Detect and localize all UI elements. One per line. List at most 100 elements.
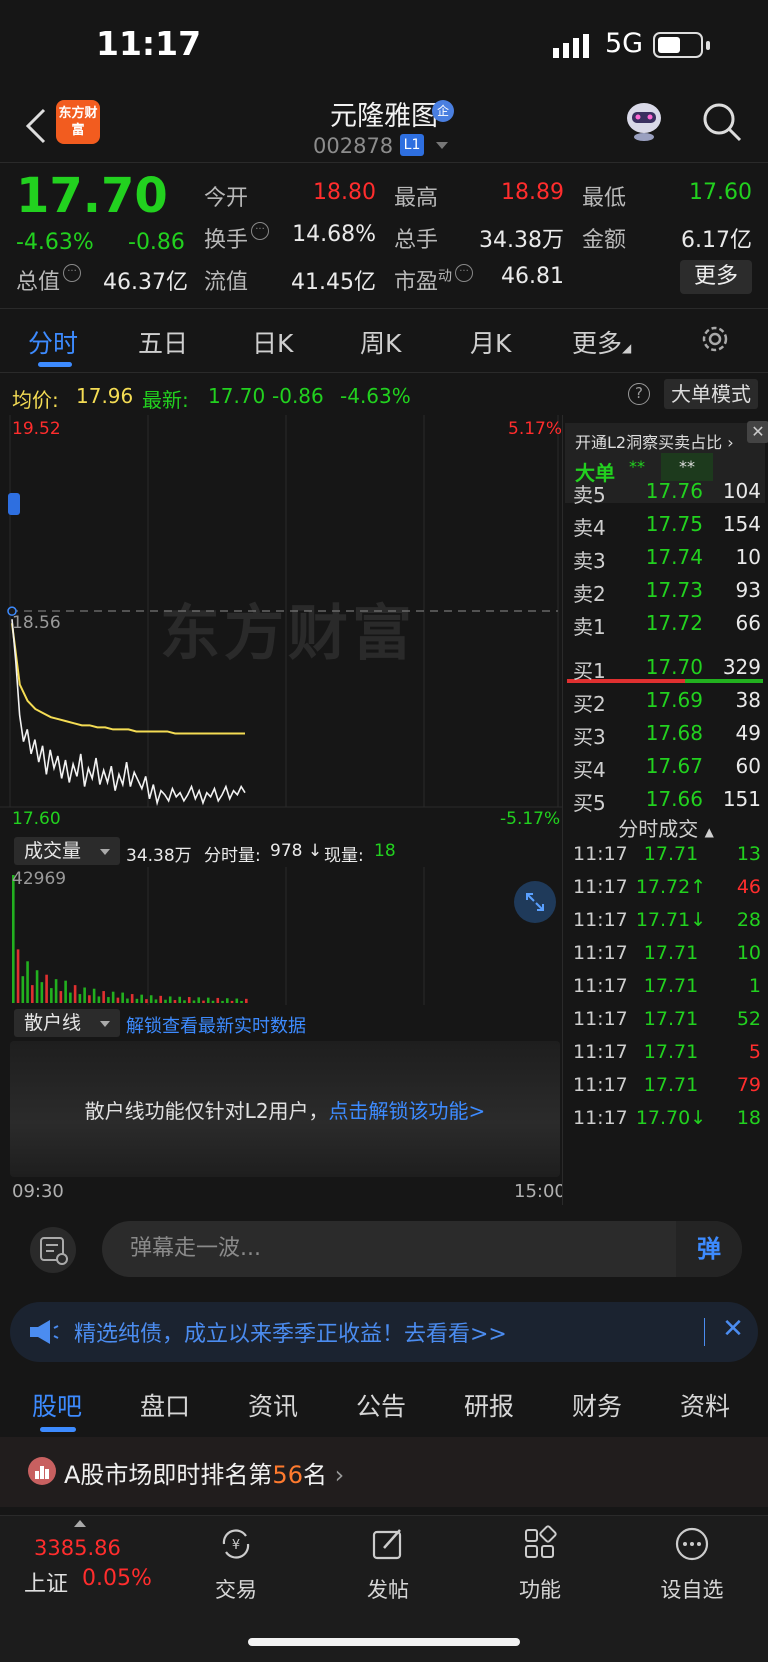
volume-indicator-select[interactable]: 成交量 [14, 837, 120, 865]
ask-row: 卖4 17.75 154 [563, 512, 768, 544]
tab-intraday[interactable]: 分时 [28, 324, 78, 360]
trade-price: 17.72↑ [635, 876, 707, 898]
pe-label: 市盈动 ··· [394, 264, 474, 296]
ask-row: 卖1 17.72 66 [563, 611, 768, 643]
volume-bar [211, 1000, 215, 1003]
current-volume-label: 现量: [324, 846, 364, 866]
nav-watchlist[interactable]: 设自选 [642, 1524, 742, 1604]
robot-assistant-icon[interactable] [620, 98, 668, 142]
tab-research[interactable]: 研报 [464, 1387, 514, 1423]
volume-bar [159, 995, 163, 1003]
nav-trade[interactable]: ¥ 交易 [186, 1524, 286, 1604]
help-icon[interactable]: ? [628, 383, 650, 405]
trade-row: 11:17 17.71 52 [563, 1008, 768, 1040]
bid-level-label: 买4 [573, 758, 606, 782]
minute-volume-value: 978 ↓ [270, 841, 323, 861]
more-dots-icon[interactable]: ··· [455, 264, 474, 282]
pe-value: 46.81 [501, 264, 564, 289]
more-dots-icon[interactable]: ··· [63, 264, 82, 282]
trade-time: 11:17 [573, 909, 628, 931]
ask-price: 17.72 [645, 611, 703, 635]
volume-bar [45, 974, 48, 1003]
expand-icon[interactable] [514, 881, 556, 923]
trade-volume: 1 [748, 975, 761, 997]
ask-level-label: 卖1 [573, 615, 606, 639]
tab-guba[interactable]: 股吧 [32, 1387, 82, 1423]
level-badge[interactable]: L1 [400, 134, 424, 156]
tab-weekly-k[interactable]: 周K [360, 324, 401, 360]
volume-bar [245, 998, 248, 1003]
tab-finance[interactable]: 财务 [572, 1387, 622, 1423]
volume-bar [135, 998, 139, 1003]
tab-pankou[interactable]: 盘口 [140, 1387, 190, 1423]
chevron-up-icon[interactable] [74, 1520, 86, 1527]
danmu-input[interactable]: 弹幕走一波... [102, 1221, 742, 1277]
danmu-settings-icon[interactable] [30, 1227, 76, 1273]
tab-news[interactable]: 资讯 [248, 1387, 298, 1423]
high-value: 18.89 [501, 180, 564, 205]
volume-bar [216, 997, 220, 1003]
ask-quantity: 66 [735, 611, 761, 635]
search-icon[interactable] [700, 100, 744, 144]
tab-profile[interactable]: 资料 [680, 1387, 730, 1423]
trade-row: 11:17 17.71 79 [563, 1074, 768, 1106]
gear-icon[interactable] [700, 324, 730, 354]
ask-level-label: 卖2 [573, 582, 606, 606]
unlock-feature-link[interactable]: 点击解锁该功能> [329, 1099, 486, 1123]
y-label-pct-high: 5.17% [508, 419, 563, 439]
more-dots-icon[interactable]: ··· [251, 222, 270, 240]
index-value[interactable]: 3385.86 [34, 1536, 121, 1560]
ask-price: 17.73 [645, 578, 703, 602]
promo-banner[interactable]: 精选纯债，成立以来季季正收益！去看看>> ✕ [10, 1302, 758, 1362]
trade-price: 17.70↓ [635, 1107, 707, 1129]
time-axis-start: 09:30 [12, 1181, 64, 1202]
svg-text:¥: ¥ [232, 1538, 240, 1553]
nav-functions[interactable]: 功能 [490, 1524, 590, 1604]
megaphone-icon [30, 1320, 59, 1344]
amount-label: 金额 [582, 228, 627, 253]
intraday-chart[interactable]: 东方财富 19.52 18.56 17.60 5.17% -5.17% [0, 415, 562, 835]
promo-text[interactable]: 精选纯债，成立以来季季正收益！去看看>> [74, 1316, 507, 1348]
tab-daily-k[interactable]: 日K [252, 324, 293, 360]
nav-post[interactable]: 发帖 [338, 1524, 438, 1604]
tab-announcements[interactable]: 公告 [356, 1387, 406, 1423]
danmu-toggle-button[interactable]: 弹 [676, 1221, 742, 1277]
tab-monthly-k[interactable]: 月K [470, 324, 511, 360]
volume-bar: 成交量 34.38万 分时量: 978 ↓ 现量: 18 [0, 835, 562, 867]
volume-bar [83, 987, 86, 1003]
low-label: 最低 [582, 186, 627, 211]
chevron-down-icon[interactable] [436, 142, 448, 149]
ask-quantity: 10 [735, 545, 761, 569]
retail-indicator-select[interactable]: 散户线 [14, 1009, 120, 1037]
volume-chart[interactable]: 42969 [0, 867, 562, 1005]
tab-more[interactable]: 更多◢ [572, 324, 631, 360]
close-icon[interactable]: ✕ [716, 1312, 750, 1346]
volume-bar [92, 988, 96, 1003]
tab-five-day[interactable]: 五日 [138, 324, 188, 360]
latest-value: 17.70 [208, 384, 266, 408]
mktcap-label: 总值 ··· [16, 264, 82, 296]
ask-level-label: 卖5 [573, 483, 606, 507]
bid-price: 17.68 [645, 721, 703, 745]
trade-row: 11:17 17.71 10 [563, 942, 768, 974]
avg-value: 17.96 [76, 384, 134, 408]
volume-bar [183, 1000, 186, 1003]
trade-time: 11:17 [573, 1008, 628, 1030]
market-rank-banner[interactable]: A股市场即时排名第56名 › [0, 1437, 768, 1507]
retail-line-locked-panel: 散户线功能仅针对L2用户，点击解锁该功能> [10, 1041, 560, 1177]
amount-value: 6.17亿 [681, 228, 752, 253]
big-order-mode-button[interactable]: 大单模式 [664, 379, 758, 409]
more-button[interactable]: 更多 [680, 260, 752, 294]
close-icon[interactable]: ✕ [747, 421, 768, 443]
status-bar: 11:17 5G [0, 0, 768, 90]
bid-quantity: 151 [722, 787, 761, 811]
unlock-realtime-link[interactable]: 解锁查看最新实时数据 [126, 1012, 306, 1038]
volume-bar [221, 1000, 224, 1003]
volume-bar [78, 994, 82, 1003]
yuan-cycle-icon: ¥ [222, 1529, 250, 1559]
index-percent[interactable]: 0.05% [82, 1566, 152, 1591]
trades-title[interactable]: 分时成交 ▲ [563, 813, 768, 842]
index-name[interactable]: 上证 [24, 1566, 68, 1598]
stock-code[interactable]: 002878 [313, 134, 393, 158]
stock-header: 东方财富 元隆雅图 企 002878 L1 [0, 90, 768, 162]
